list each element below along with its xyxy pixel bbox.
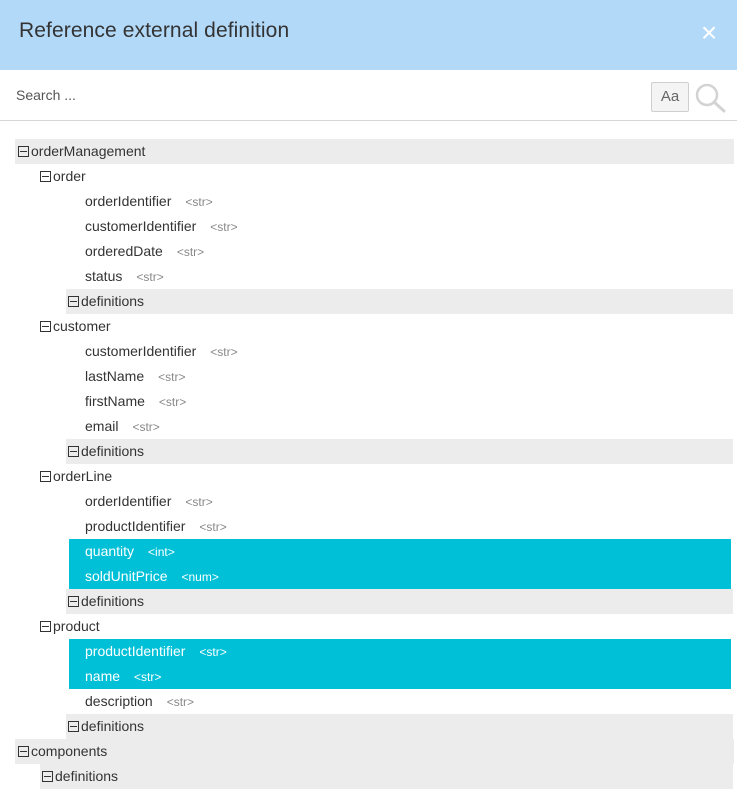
collapse-icon[interactable] bbox=[68, 721, 79, 732]
collapse-icon[interactable] bbox=[68, 296, 79, 307]
collapse-icon[interactable] bbox=[68, 596, 79, 607]
field-name: productIdentifier bbox=[85, 518, 186, 534]
tree-node-label: orderManagement bbox=[31, 143, 146, 159]
tree-node-definitions[interactable]: definitions bbox=[66, 289, 733, 314]
field-name: status bbox=[85, 268, 123, 284]
tree-leaf-selected[interactable]: name <str> bbox=[69, 664, 731, 689]
tree-leaf-selected[interactable]: quantity <int> bbox=[69, 539, 731, 564]
field-name: firstName bbox=[85, 393, 145, 409]
search-bar: Aa bbox=[0, 72, 737, 121]
field-name: name bbox=[85, 668, 121, 684]
field-type: <str> bbox=[132, 420, 160, 434]
tree-node-label: definitions bbox=[81, 718, 145, 734]
dialog-header: Reference external definition × bbox=[0, 0, 737, 70]
tree-node-orderline[interactable]: orderLine bbox=[40, 464, 112, 489]
tree-node-product[interactable]: product bbox=[40, 614, 100, 639]
tree-leaf[interactable]: customerIdentifier <str> bbox=[85, 339, 238, 364]
field-type: <str> bbox=[185, 495, 213, 509]
tree-node-label: components bbox=[31, 743, 108, 759]
tree-node-label: product bbox=[53, 618, 100, 634]
collapse-icon[interactable] bbox=[68, 446, 79, 457]
tree-node-definitions[interactable]: definitions bbox=[66, 439, 733, 464]
field-type: <str> bbox=[210, 220, 238, 234]
field-type: <str> bbox=[136, 270, 164, 284]
tree-leaf-selected[interactable]: soldUnitPrice <num> bbox=[69, 564, 731, 589]
tree-node-customer[interactable]: customer bbox=[40, 314, 111, 339]
field-name: customerIdentifier bbox=[85, 343, 197, 359]
tree-node-definitions[interactable]: definitions bbox=[66, 714, 733, 739]
tree-node-label: definitions bbox=[55, 768, 119, 784]
field-name: orderIdentifier bbox=[85, 493, 172, 509]
search-input[interactable] bbox=[16, 82, 616, 108]
field-name: lastName bbox=[85, 368, 145, 384]
tree-node-ordermanagement[interactable]: orderManagement bbox=[15, 139, 734, 164]
field-type: <str> bbox=[158, 370, 186, 384]
tree-node-label: definitions bbox=[81, 293, 145, 309]
field-type: <str> bbox=[166, 695, 195, 709]
field-type: <str> bbox=[199, 645, 227, 659]
tree-leaf[interactable]: firstName <str> bbox=[85, 389, 186, 414]
tree-leaf[interactable]: orderIdentifier <str> bbox=[85, 189, 213, 214]
field-name: description bbox=[85, 693, 153, 709]
collapse-icon[interactable] bbox=[18, 746, 29, 757]
field-name: orderIdentifier bbox=[85, 193, 172, 209]
collapse-icon[interactable] bbox=[40, 621, 51, 632]
field-type: <str> bbox=[199, 520, 227, 534]
field-name: orderedDate bbox=[85, 243, 163, 259]
collapse-icon[interactable] bbox=[18, 146, 29, 157]
dialog-title: Reference external definition bbox=[19, 19, 290, 42]
tree-leaf[interactable]: productIdentifier <str> bbox=[85, 514, 227, 539]
tree-node-label: order bbox=[53, 168, 86, 184]
tree-node-label: definitions bbox=[81, 593, 145, 609]
tree-node-label: orderLine bbox=[53, 468, 113, 484]
tree-leaf[interactable]: orderIdentifier <str> bbox=[85, 489, 213, 514]
field-type: <str> bbox=[134, 670, 162, 684]
search-icon[interactable] bbox=[693, 81, 727, 113]
field-name: quantity bbox=[85, 543, 135, 559]
field-name: soldUnitPrice bbox=[85, 568, 168, 584]
tree-leaf[interactable]: status <str> bbox=[85, 264, 164, 289]
collapse-icon[interactable] bbox=[40, 471, 51, 482]
tree-leaf[interactable]: email <str> bbox=[85, 414, 160, 439]
tree-node-definitions[interactable]: definitions bbox=[66, 589, 733, 614]
field-name: email bbox=[85, 418, 119, 434]
field-type: <str> bbox=[210, 345, 238, 359]
field-name: productIdentifier bbox=[85, 643, 186, 659]
close-icon[interactable]: × bbox=[697, 18, 721, 48]
tree-leaf[interactable]: description <str> bbox=[85, 689, 194, 714]
tree-leaf-selected[interactable]: productIdentifier <str> bbox=[69, 639, 731, 664]
field-name: customerIdentifier bbox=[85, 218, 197, 234]
field-type: <str> bbox=[158, 395, 187, 409]
field-type: <int> bbox=[148, 545, 175, 559]
tree-node-label: definitions bbox=[81, 443, 145, 459]
field-type: <num> bbox=[181, 570, 219, 584]
collapse-icon[interactable] bbox=[40, 321, 51, 332]
tree-leaf[interactable]: orderedDate <str> bbox=[85, 239, 204, 264]
tree-node-components[interactable]: components bbox=[15, 739, 734, 764]
field-type: <str> bbox=[185, 195, 213, 209]
field-type: <str> bbox=[176, 245, 205, 259]
tree-leaf[interactable]: lastName <str> bbox=[85, 364, 186, 389]
tree-node-definitions[interactable]: definitions bbox=[40, 764, 733, 789]
match-case-button[interactable]: Aa bbox=[651, 82, 689, 112]
tree-leaf[interactable]: customerIdentifier <str> bbox=[85, 214, 238, 239]
collapse-icon[interactable] bbox=[42, 771, 53, 782]
collapse-icon[interactable] bbox=[40, 171, 51, 182]
tree-node-label: customer bbox=[53, 318, 111, 334]
tree-node-order[interactable]: order bbox=[40, 164, 86, 189]
